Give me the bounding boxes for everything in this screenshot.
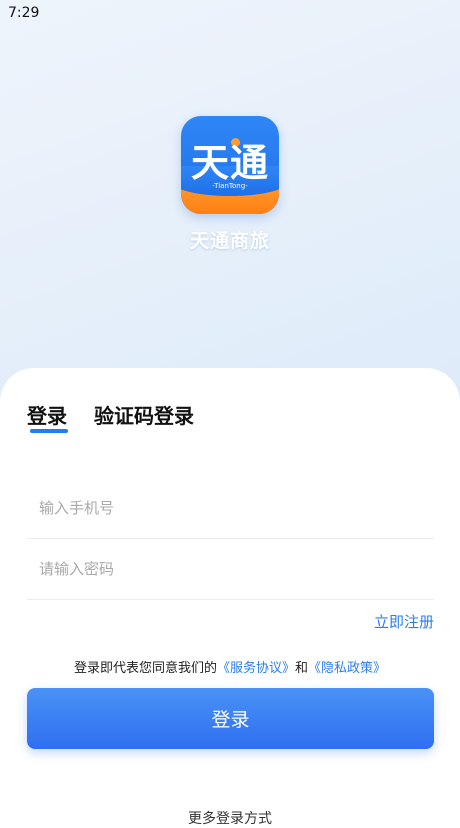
logo-subtext: -TianTong- [212,182,248,190]
register-link[interactable]: 立即注册 [374,611,434,632]
app-logo: 天通 -TianTong- [181,116,279,214]
active-tab-indicator [30,429,68,433]
agreement-text: 登录即代表您同意我们的《服务协议》和《隐私政策》 [0,657,460,676]
tab-password-login[interactable]: 登录 [27,400,67,429]
agreement-prefix: 登录即代表您同意我们的 [73,661,217,676]
agreement-conjunction: 和 [295,661,309,676]
password-field [27,539,434,600]
app-name: 天通商旅 [189,230,270,252]
login-button[interactable]: 登录 [27,688,434,749]
phone-field [27,478,434,539]
service-agreement-link[interactable]: 《服务协议》 [217,661,295,676]
privacy-policy-link[interactable]: 《隐私政策》 [308,661,386,676]
password-input[interactable] [27,539,434,599]
logo-text: 天通 [190,141,269,185]
status-time: 7:29 [8,5,40,21]
phone-input[interactable] [27,478,434,538]
more-login-methods[interactable]: 更多登录方式 [0,808,460,828]
tab-code-login[interactable]: 验证码登录 [94,400,194,429]
